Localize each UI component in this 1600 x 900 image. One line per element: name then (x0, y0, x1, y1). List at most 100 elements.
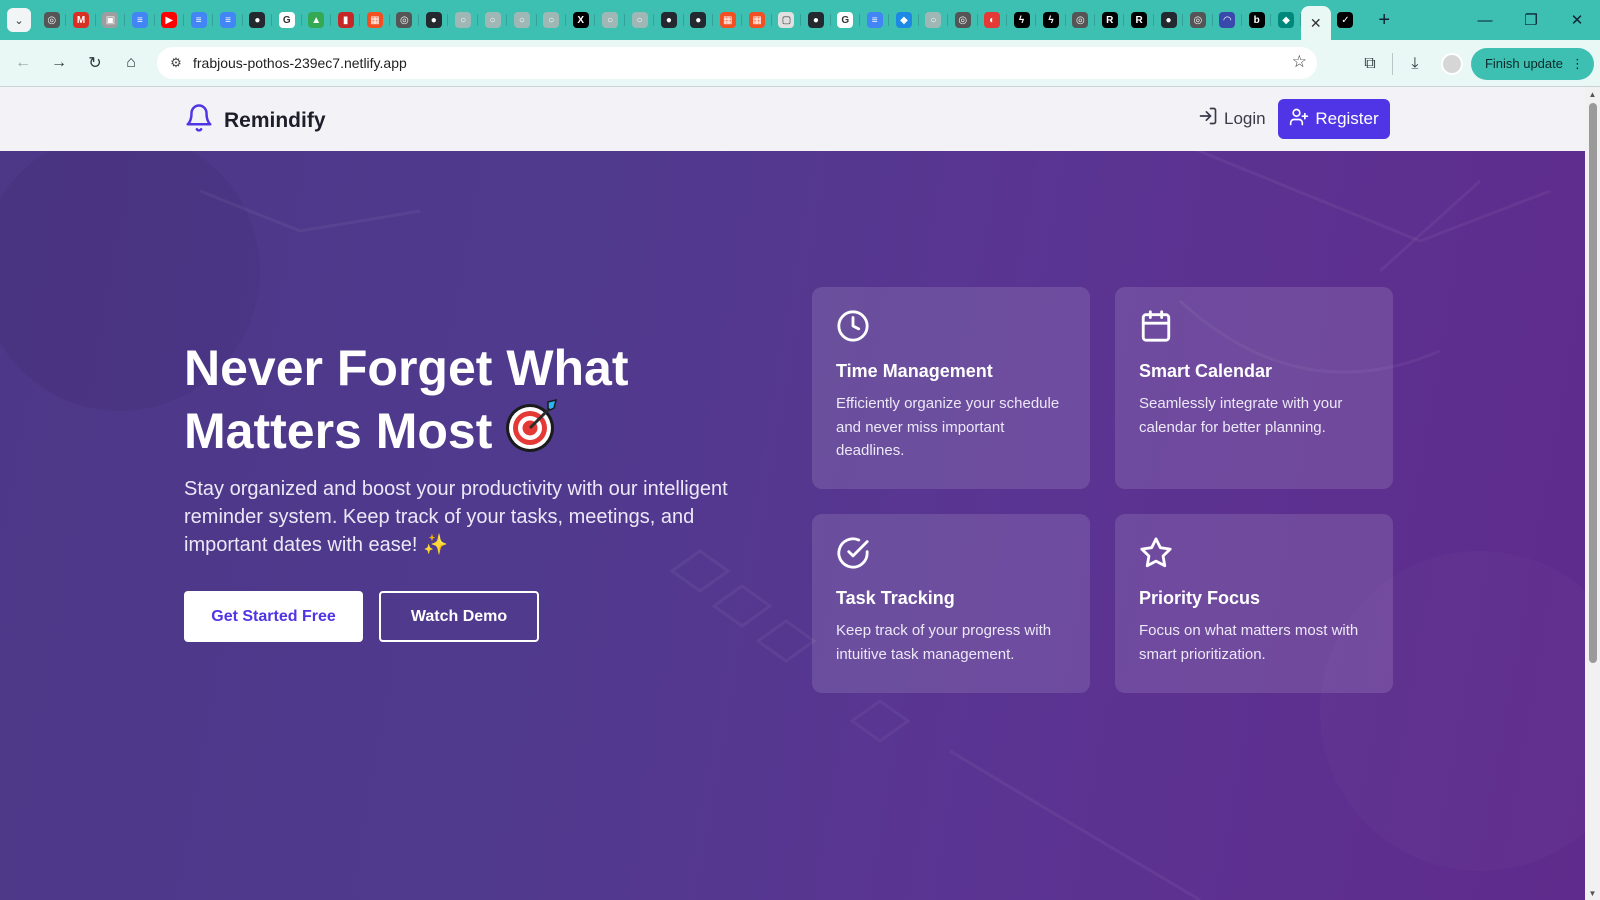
downloads-icon[interactable]: ⤓ (1397, 46, 1433, 82)
site-header: Remindify Login Register (0, 87, 1585, 151)
register-button[interactable]: Register (1278, 99, 1390, 139)
active-tab[interactable]: ✕ (1300, 6, 1331, 40)
hero-title: Never Forget What Matters Most (184, 338, 744, 467)
tab[interactable]: ● (419, 4, 449, 36)
tab[interactable]: X (566, 4, 596, 36)
github-icon: ● (1160, 12, 1177, 28)
tab[interactable]: ◎ (1066, 4, 1096, 36)
feature-card-task-tracking: Task Tracking Keep track of your progres… (812, 514, 1090, 693)
app-icon: ▮ (337, 12, 354, 28)
tab[interactable]: ▲ (302, 4, 332, 36)
hero-subtitle: Stay organized and boost your productivi… (184, 478, 728, 556)
tab[interactable]: ▢ (772, 4, 802, 36)
site-info-icon[interactable]: ⚙ (163, 50, 189, 76)
scroll-down-arrow-icon[interactable]: ▼ (1585, 886, 1600, 900)
scroll-up-arrow-icon[interactable]: ▲ (1585, 87, 1600, 101)
tab[interactable]: ▦ (360, 4, 391, 36)
login-link[interactable]: Login (1198, 106, 1266, 131)
x-icon: X (572, 12, 589, 28)
tab[interactable]: ▦ (713, 4, 743, 36)
feature-description: Efficiently organize your schedule and n… (836, 395, 1060, 459)
github-icon: ● (425, 12, 442, 28)
target-icon (504, 398, 560, 467)
tab[interactable]: G (831, 4, 861, 36)
tab[interactable]: ○ (507, 4, 538, 36)
tab[interactable]: ≡ (213, 4, 244, 36)
openai-icon: ◎ (1189, 12, 1206, 28)
tab[interactable]: ◆ (889, 4, 920, 36)
tab-search-button[interactable]: ⌄ (7, 8, 31, 32)
tab[interactable]: ● (654, 4, 684, 36)
tab[interactable]: ● (1154, 4, 1184, 36)
address-bar[interactable]: ⚙ frabjous-pothos-239ec7.netlify.app ☆ (157, 47, 1317, 79)
tab[interactable]: ○ (478, 4, 508, 36)
calendar-icon (1139, 309, 1173, 343)
tab[interactable]: ≡ (860, 4, 890, 36)
tab[interactable]: ◐ (978, 4, 1008, 36)
close-window-button[interactable]: ✕ (1554, 0, 1600, 40)
brand-logo[interactable]: Remindify (184, 102, 326, 139)
tab[interactable]: M (66, 4, 97, 36)
scrollbar-thumb[interactable] (1589, 103, 1597, 663)
tab[interactable]: ϟ (1036, 4, 1067, 36)
docs-icon: ≡ (131, 12, 148, 28)
github-icon: ● (807, 12, 824, 28)
tab[interactable]: ◠ (1213, 4, 1243, 36)
back-button[interactable]: ← (6, 46, 40, 80)
tab[interactable]: ϟ (1007, 4, 1037, 36)
feature-title: Smart Calendar (1139, 361, 1273, 381)
feature-title: Task Tracking (836, 588, 955, 608)
bookmark-star-icon[interactable]: ☆ (1292, 52, 1307, 72)
tab[interactable]: ● (243, 4, 273, 36)
tab[interactable]: ○ (625, 4, 655, 36)
toolbar-divider (1391, 52, 1393, 75)
tab[interactable]: ◎ (1183, 4, 1214, 36)
new-tab-button[interactable]: + (1370, 6, 1398, 34)
openai-icon: ◎ (396, 12, 413, 28)
tab[interactable]: ● (801, 4, 831, 36)
tab[interactable]: ◎ (37, 4, 67, 36)
gmail-icon: M (73, 12, 90, 28)
blank-icon: ○ (543, 12, 560, 28)
watch-demo-button[interactable]: Watch Demo (379, 591, 539, 642)
close-tab-icon[interactable]: ✕ (1310, 15, 1322, 32)
tab[interactable]: ≡ (125, 4, 155, 36)
home-button[interactable]: ⌂ (114, 46, 148, 80)
restore-button[interactable]: ❐ (1508, 0, 1554, 40)
tab[interactable]: ○ (595, 4, 626, 36)
extensions-icon[interactable]: ⧉ (1352, 46, 1388, 82)
tab[interactable]: ▦ (742, 4, 773, 36)
tab[interactable]: ◎ (948, 4, 978, 36)
finish-update-button[interactable]: Finish update ⋮ (1470, 47, 1594, 80)
tab[interactable]: ○ (448, 4, 479, 36)
tab[interactable]: ○ (537, 4, 567, 36)
minimize-button[interactable]: — (1462, 0, 1508, 40)
tab[interactable]: ✓ (1331, 4, 1360, 36)
blank-icon: ○ (455, 12, 472, 28)
tab[interactable]: ○ (919, 4, 949, 36)
microsoft-icon: ▦ (749, 12, 766, 28)
tab[interactable]: ◆ (1271, 4, 1302, 36)
tab[interactable]: ▣ (96, 4, 126, 36)
tab[interactable]: R (1124, 4, 1155, 36)
google-icon: G (837, 12, 854, 28)
page-scrollbar[interactable]: ▲ ▼ (1585, 87, 1600, 900)
tab[interactable]: G (272, 4, 302, 36)
tab[interactable]: ● (684, 4, 714, 36)
docs-icon: ≡ (190, 12, 207, 28)
browser-toolbar: ← → ↻ ⌂ ⚙ frabjous-pothos-239ec7.netlify… (0, 40, 1600, 87)
get-started-button[interactable]: Get Started Free (184, 591, 363, 642)
tab[interactable]: R (1095, 4, 1125, 36)
tab[interactable]: ◎ (390, 4, 420, 36)
tab[interactable]: ≡ (184, 4, 214, 36)
forward-button[interactable]: → (42, 46, 76, 80)
reload-button[interactable]: ↻ (78, 46, 112, 80)
blank-icon: ○ (513, 12, 530, 28)
openai-icon: ◎ (954, 12, 971, 28)
tab[interactable]: b (1242, 4, 1272, 36)
microsoft-icon: ▦ (366, 12, 383, 28)
tab[interactable]: ▮ (331, 4, 361, 36)
url-text[interactable]: frabjous-pothos-239ec7.netlify.app (193, 55, 407, 71)
profile-avatar[interactable] (1440, 52, 1463, 75)
tab[interactable]: ▶ (155, 4, 185, 36)
